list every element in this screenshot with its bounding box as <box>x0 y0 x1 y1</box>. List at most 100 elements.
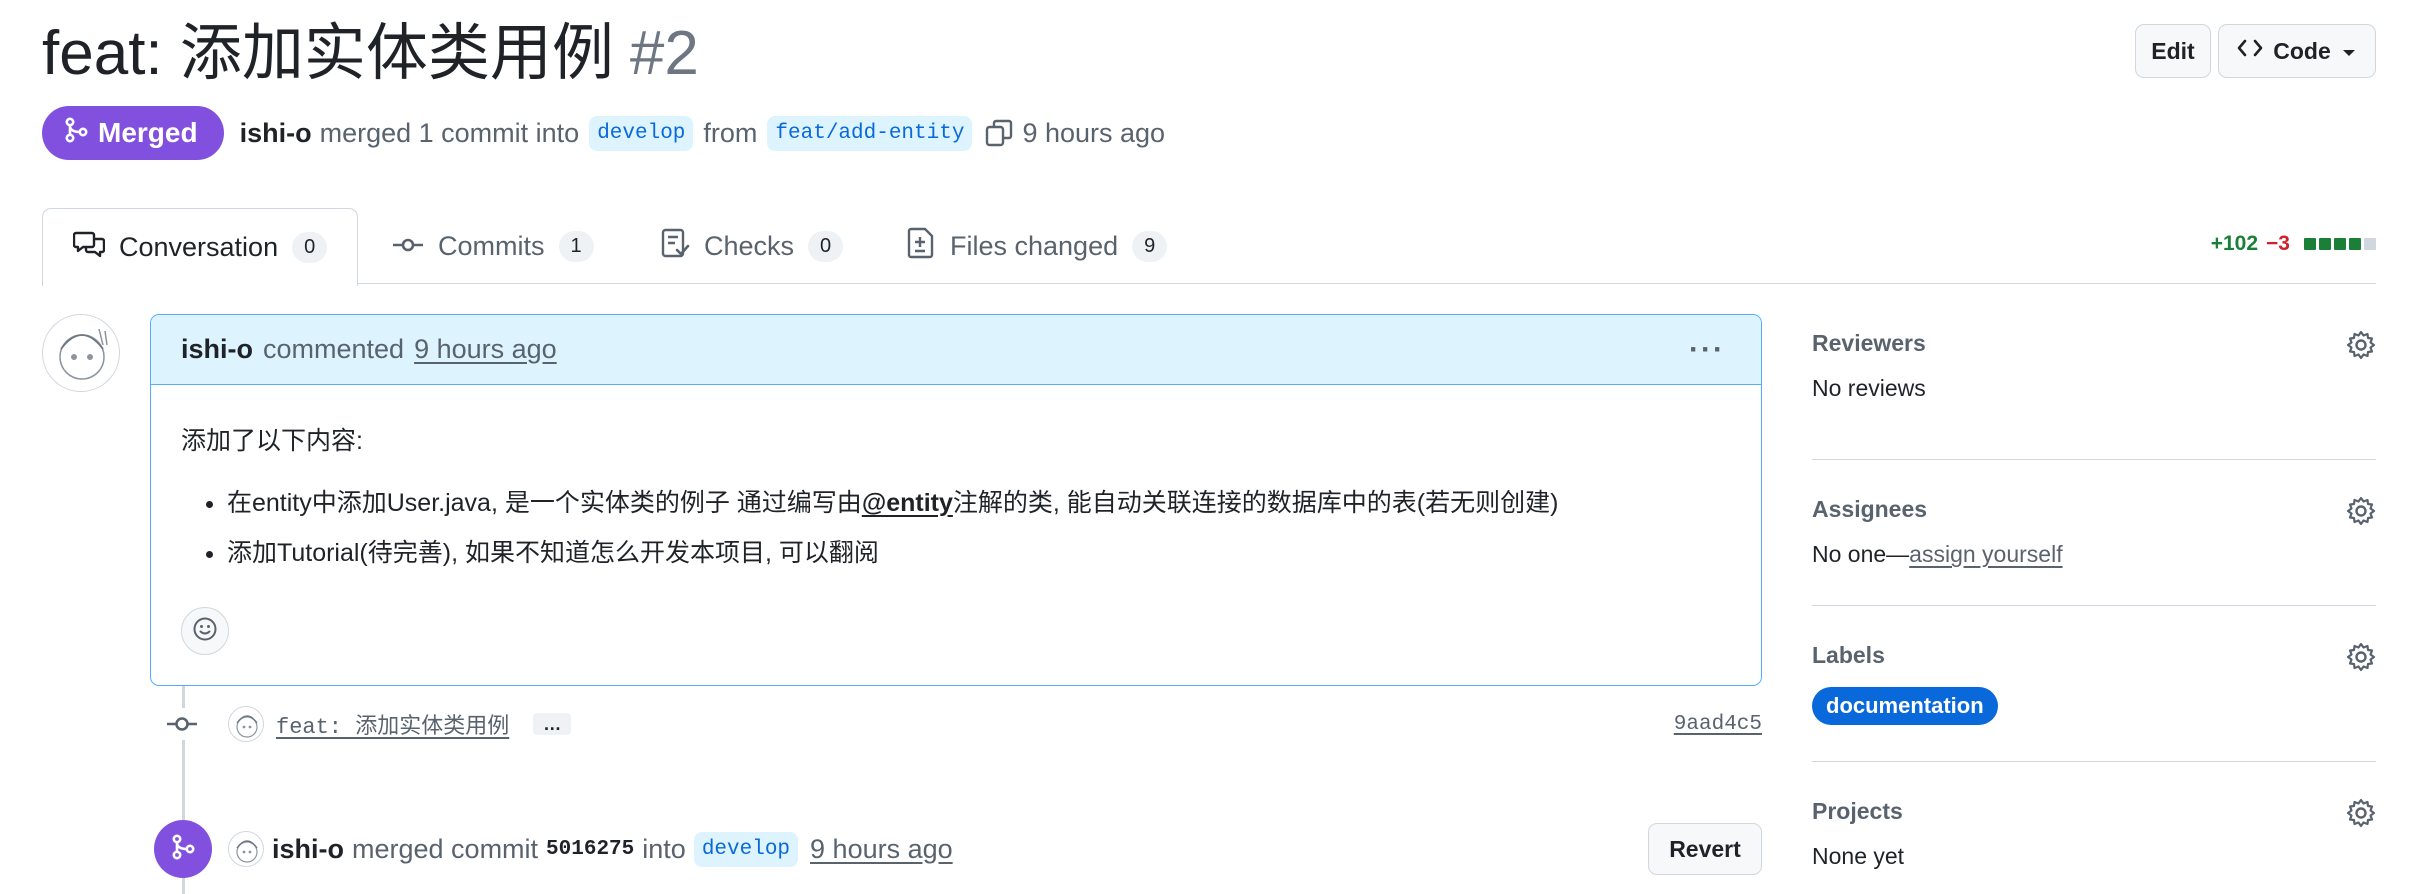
diffstat-block <box>2349 238 2361 250</box>
tab-commits-count: 1 <box>558 230 594 262</box>
git-commit-icon <box>392 231 424 262</box>
smiley-icon <box>192 616 218 647</box>
tab-files-changed[interactable]: Files changed 9 <box>906 208 1168 284</box>
file-diff-icon <box>906 227 936 266</box>
code-icon <box>2237 37 2263 65</box>
pr-action-text: merged 1 commit into <box>319 117 580 148</box>
diffstat-additions: +102 <box>2210 232 2259 255</box>
tab-commits-label: Commits <box>438 230 545 261</box>
label-documentation[interactable]: documentation <box>1812 687 1998 725</box>
code-button[interactable]: Code <box>2218 24 2376 78</box>
comment-action: commented <box>263 334 405 364</box>
sidebar-reviewers-value: No reviews <box>1812 375 1926 401</box>
merge-commit-sha[interactable]: 5016275 <box>546 838 634 861</box>
diffstat-block <box>2364 238 2376 250</box>
triangle-down-icon <box>2341 38 2357 65</box>
git-merge-icon <box>64 116 88 151</box>
pr-title-text: feat: 添加实体类用例 <box>42 19 614 88</box>
head-branch[interactable]: feat/add-entity <box>767 115 973 151</box>
sidebar-assignees-none: No one— <box>1812 541 1910 567</box>
pr-tabs: Conversation 0 Commits 1 Checks 0 Files … <box>42 208 2376 286</box>
add-reaction-button[interactable] <box>181 607 229 655</box>
sidebar-reviewers: Reviewers No reviews <box>1812 330 2376 460</box>
sidebar-assignees-title: Assignees <box>1812 496 1928 522</box>
tab-commits[interactable]: Commits 1 <box>392 208 594 284</box>
copy-icon[interactable] <box>984 118 1014 148</box>
tab-conversation-label: Conversation <box>119 232 279 262</box>
sidebar-assignees: Assignees No one—assign yourself <box>1812 460 2376 606</box>
tab-files-changed-label: Files changed <box>950 230 1119 261</box>
git-merge-icon <box>171 833 195 866</box>
pr-author-link[interactable]: ishi-o <box>240 118 312 149</box>
comment-author-link[interactable]: ishi-o <box>181 334 253 365</box>
gear-icon[interactable] <box>2346 798 2376 833</box>
comment-header: ishi-o commented 9 hours ago <box>151 315 1761 385</box>
revert-button-label: Revert <box>1669 835 1741 862</box>
commit-event: feat: 添加实体类用例 … 9aad4c5 <box>162 702 1762 746</box>
merge-into-text: into <box>642 833 686 864</box>
git-commit-icon <box>166 708 198 745</box>
avatar[interactable] <box>228 706 264 742</box>
tab-files-changed-count: 9 <box>1132 230 1168 262</box>
commit-message-link[interactable]: feat: 添加实体类用例 <box>276 708 509 740</box>
merge-event-text: ishi-o merged commit 5016275 into develo… <box>228 831 953 867</box>
tab-conversation-count: 0 <box>292 232 328 263</box>
merge-time-link[interactable]: 9 hours ago <box>810 834 953 865</box>
avatar[interactable] <box>42 314 120 392</box>
sidebar-assignees-value: No one—assign yourself <box>1812 541 2376 568</box>
tab-conversation[interactable]: Conversation 0 <box>42 208 359 286</box>
edit-button-label: Edit <box>2151 37 2195 64</box>
commit-sha-link[interactable]: 9aad4c5 <box>1674 713 1762 736</box>
list-item: 在entity中添加User.java, 是一个实体类的例子 通过编写由@ent… <box>227 487 1731 519</box>
sidebar-labels: Labels documentation <box>1812 606 2376 762</box>
edit-button[interactable]: Edit <box>2135 24 2211 78</box>
sidebar-reviewers-title: Reviewers <box>1812 330 1926 356</box>
list-item-text: 在entity中添加User.java, 是一个实体类的例子 通过编写由 <box>227 489 862 517</box>
kebab-horizontal-icon[interactable]: ··· <box>1689 333 1725 367</box>
tab-checks-label: Checks <box>704 230 795 261</box>
merge-event: ishi-o merged commit 5016275 into develo… <box>154 820 1762 878</box>
code-button-label: Code <box>2273 37 2331 64</box>
assign-yourself-link[interactable]: assign yourself <box>1909 541 2062 567</box>
diffstat-block <box>2319 238 2331 250</box>
merge-author-link[interactable]: ishi-o <box>272 834 344 865</box>
comment-body: 添加了以下内容: 在entity中添加User.java, 是一个实体类的例子 … <box>151 385 1761 569</box>
diffstat: +102 −3 <box>2211 232 2376 256</box>
list-item: 添加Tutorial(待完善), 如果不知道怎么开发本项目, 可以翻阅 <box>227 537 1731 569</box>
gear-icon[interactable] <box>2346 642 2376 677</box>
commit-expand-button[interactable]: … <box>533 713 572 735</box>
merged-state-label: Merged <box>98 117 198 148</box>
tab-checks-count: 0 <box>808 230 844 262</box>
sidebar-projects-title: Projects <box>1812 798 1903 824</box>
from-text: from <box>703 117 758 148</box>
merge-branch[interactable]: develop <box>693 831 799 867</box>
revert-button[interactable]: Revert <box>1648 823 1762 875</box>
pr-number: #2 <box>629 19 699 88</box>
diffstat-block <box>2334 238 2346 250</box>
list-item-text: 注解的类, 能自动关联连接的数据库中的表(若无则创建) <box>952 489 1559 517</box>
gear-icon[interactable] <box>2346 496 2376 531</box>
sidebar-projects: Projects None yet <box>1812 762 2376 892</box>
comment-intro: 添加了以下内容: <box>181 427 363 455</box>
diffstat-blocks <box>2304 238 2376 250</box>
merged-state-badge: Merged <box>42 106 224 160</box>
merge-action: merged commit <box>352 833 539 864</box>
mention-link[interactable]: @entity <box>862 489 953 517</box>
comment-box: ishi-o commented 9 hours ago ··· 添加了以下内容… <box>150 314 1762 686</box>
gear-icon[interactable] <box>2346 330 2376 365</box>
sidebar-labels-title: Labels <box>1812 642 1885 668</box>
pr-title: feat: 添加实体类用例 #2 <box>42 18 699 90</box>
checklist-icon <box>660 227 690 266</box>
comment-time-link[interactable]: 9 hours ago <box>414 334 557 365</box>
diffstat-block <box>2304 238 2316 250</box>
tab-checks[interactable]: Checks 0 <box>660 208 844 284</box>
sidebar-projects-value: None yet <box>1812 843 1905 869</box>
pr-meta: Merged ishi-o merged 1 commit into devel… <box>42 106 1165 160</box>
sidebar: Reviewers No reviews Assignees No one—as… <box>1812 330 2376 892</box>
comment-list: 在entity中添加User.java, 是一个实体类的例子 通过编写由@ent… <box>227 487 1731 569</box>
avatar[interactable] <box>228 831 264 867</box>
pr-time: 9 hours ago <box>1022 117 1166 148</box>
comment-discussion-icon <box>72 229 106 266</box>
base-branch[interactable]: develop <box>589 115 694 151</box>
merge-event-badge <box>154 820 212 878</box>
